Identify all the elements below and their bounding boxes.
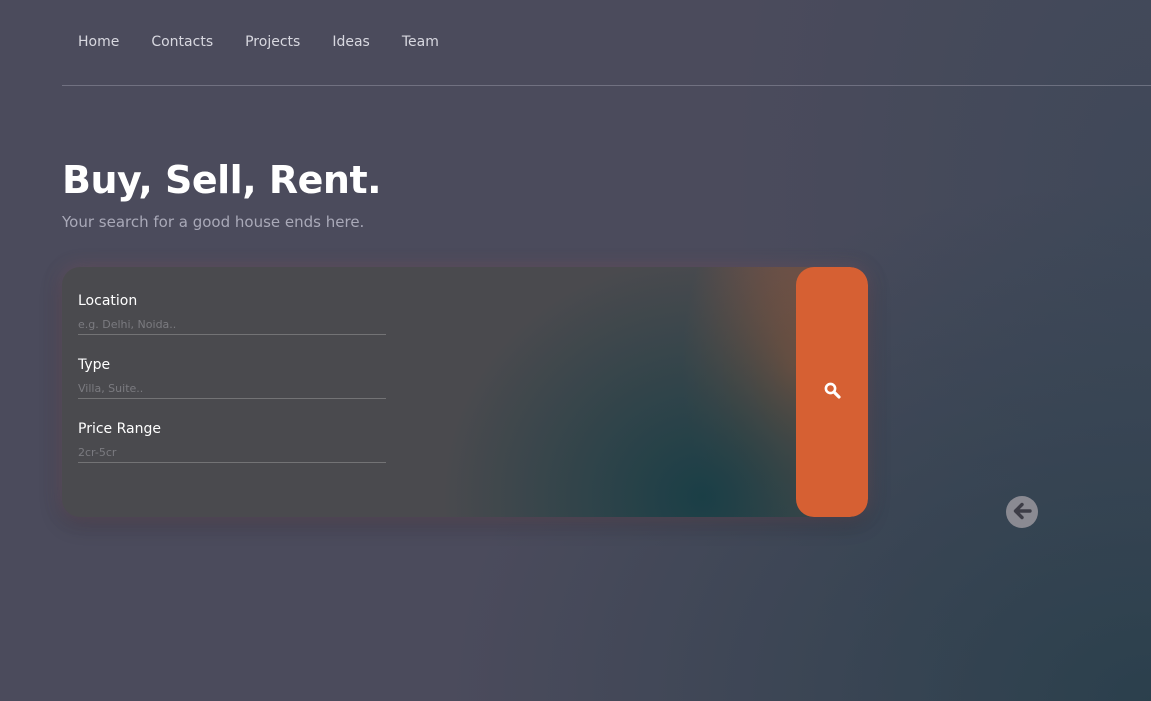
- type-input[interactable]: [78, 382, 386, 399]
- hero-title: Buy, Sell, Rent.: [62, 158, 382, 202]
- nav-item-contacts[interactable]: Contacts: [151, 33, 213, 51]
- back-button[interactable]: [1006, 496, 1038, 528]
- location-field: Location: [78, 292, 386, 335]
- nav-item-ideas[interactable]: Ideas: [332, 33, 370, 51]
- main-nav: Home Contacts Projects Ideas Team: [78, 33, 471, 51]
- location-input[interactable]: [78, 318, 386, 335]
- location-label: Location: [78, 293, 138, 309]
- hero-subtitle: Your search for a good house ends here.: [62, 213, 365, 231]
- type-label: Type: [78, 357, 111, 373]
- nav-divider: [62, 85, 1151, 86]
- nav-item-home[interactable]: Home: [78, 33, 119, 51]
- nav-item-team[interactable]: Team: [402, 33, 439, 51]
- search-button[interactable]: [796, 267, 868, 517]
- search-card: Location Type Price Range: [62, 267, 868, 517]
- price-range-input[interactable]: [78, 446, 386, 463]
- price-range-label: Price Range: [78, 421, 161, 437]
- price-range-field: Price Range: [78, 420, 386, 463]
- type-field: Type: [78, 356, 386, 399]
- search-icon: [824, 382, 841, 402]
- nav-item-projects[interactable]: Projects: [245, 33, 300, 51]
- arrow-left-circle-icon: [1011, 500, 1033, 525]
